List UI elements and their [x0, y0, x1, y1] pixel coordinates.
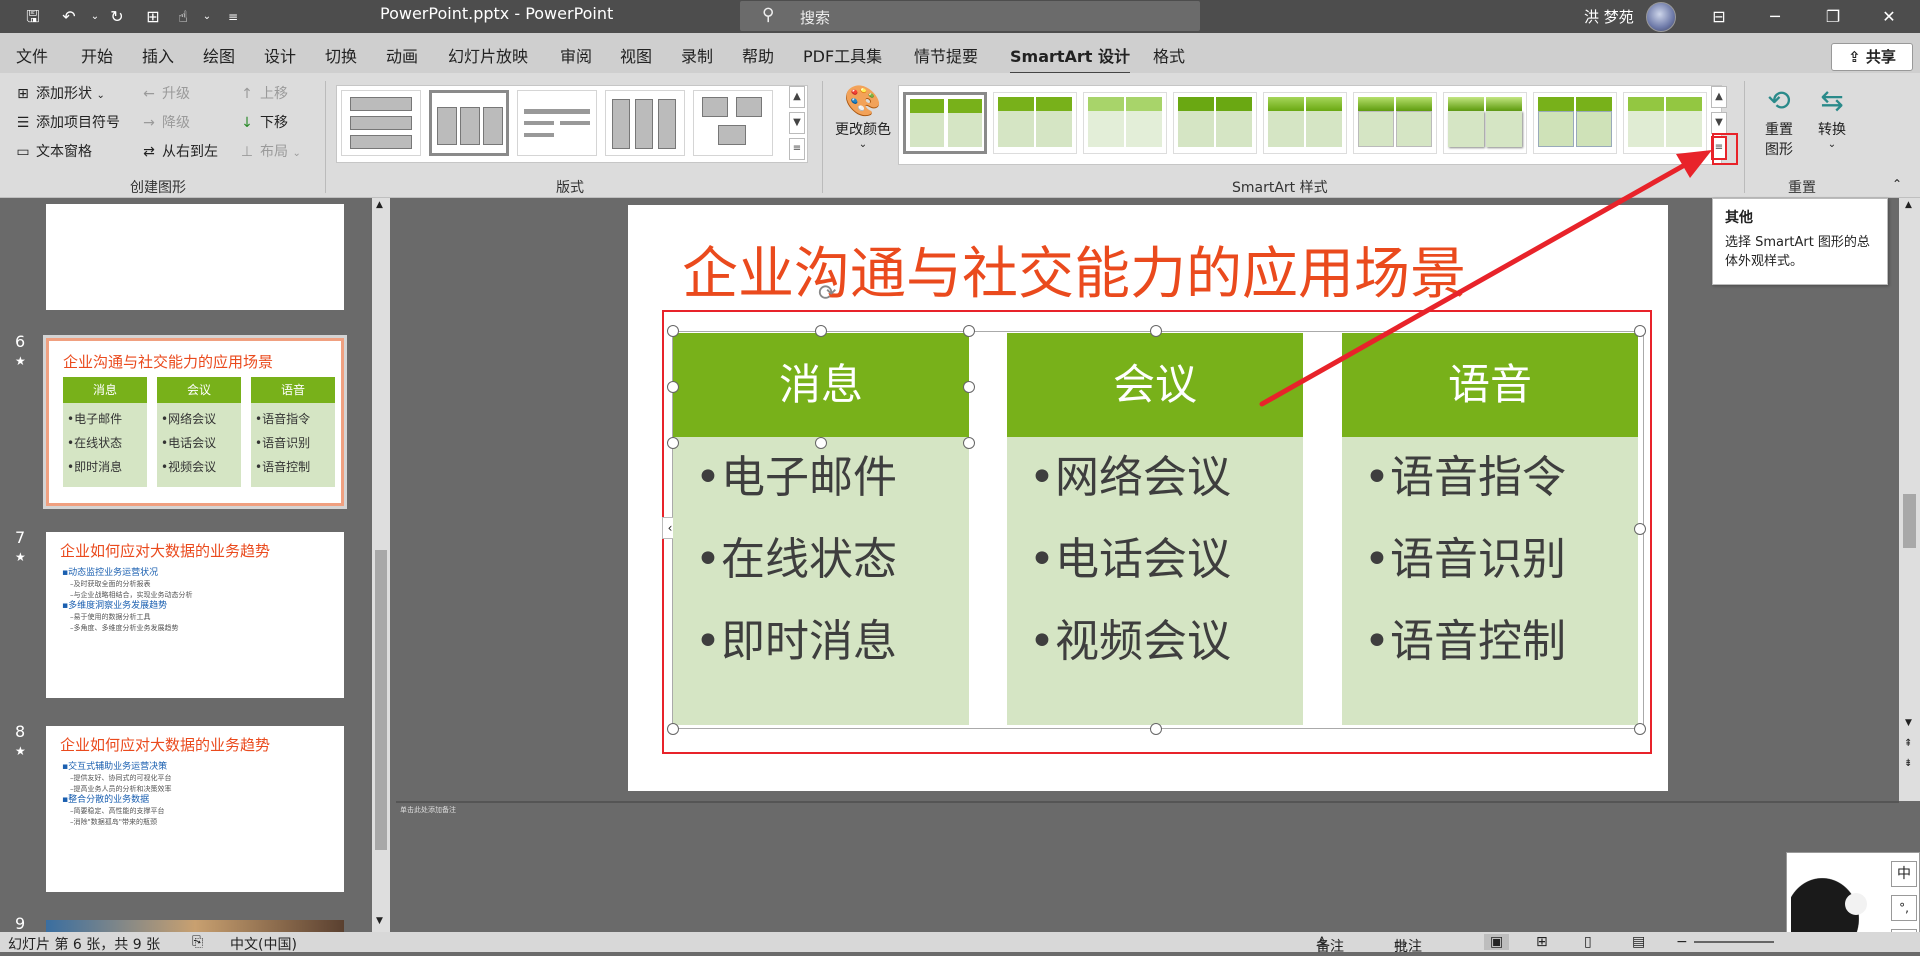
notes-label: 备注 [1316, 939, 1344, 955]
zoom-slider[interactable] [1694, 941, 1774, 943]
status-bar: 幻灯片 第 6 张，共 9 张 ⎘ 中文(中国) ≙ 备注 ▭ 批注 ▣ ⊞ ▯… [0, 932, 1920, 955]
next-slide-icon[interactable]: ⇟ [1904, 758, 1912, 769]
more-styles-tooltip: 其他 选择 SmartArt 图形的总体外观样式。 [1712, 198, 1888, 285]
ime-lang-indicator[interactable]: 中 [1891, 861, 1917, 887]
comments-label: 批注 [1394, 939, 1422, 955]
cat-paw [1845, 893, 1867, 915]
scroll-up-icon[interactable]: ▲ [1905, 200, 1912, 210]
accessibility-icon[interactable]: ⎘ [192, 934, 203, 950]
zoom-out-icon[interactable]: − [1676, 934, 1688, 950]
reading-view-icon[interactable]: ▯ [1584, 934, 1592, 950]
slideshow-icon[interactable]: ▤ [1632, 934, 1645, 950]
normal-view-icon[interactable]: ▣ [1484, 934, 1510, 950]
notes-placeholder: 单击此处添加备注 [400, 806, 456, 814]
slide-sorter-icon[interactable]: ⊞ [1536, 934, 1548, 950]
notes-pane[interactable]: 单击此处添加备注 [396, 803, 1899, 932]
tooltip-title: 其他 [1725, 210, 1753, 226]
language-indicator[interactable]: 中文(中国) [230, 934, 297, 954]
previous-slide-icon[interactable]: ⇞ [1904, 738, 1912, 749]
scroll-down-icon[interactable]: ▼ [1905, 718, 1912, 728]
slide-scrollbar[interactable]: ▲ ▼ ⇞ ⇟ [1899, 198, 1920, 801]
ime-punctuation-indicator[interactable]: °, [1891, 895, 1917, 921]
slide-count: 幻灯片 第 6 张，共 9 张 [8, 937, 161, 953]
tooltip-body: 选择 SmartArt 图形的总体外观样式。 [1725, 235, 1870, 269]
scrollbar-thumb[interactable] [1903, 494, 1916, 548]
